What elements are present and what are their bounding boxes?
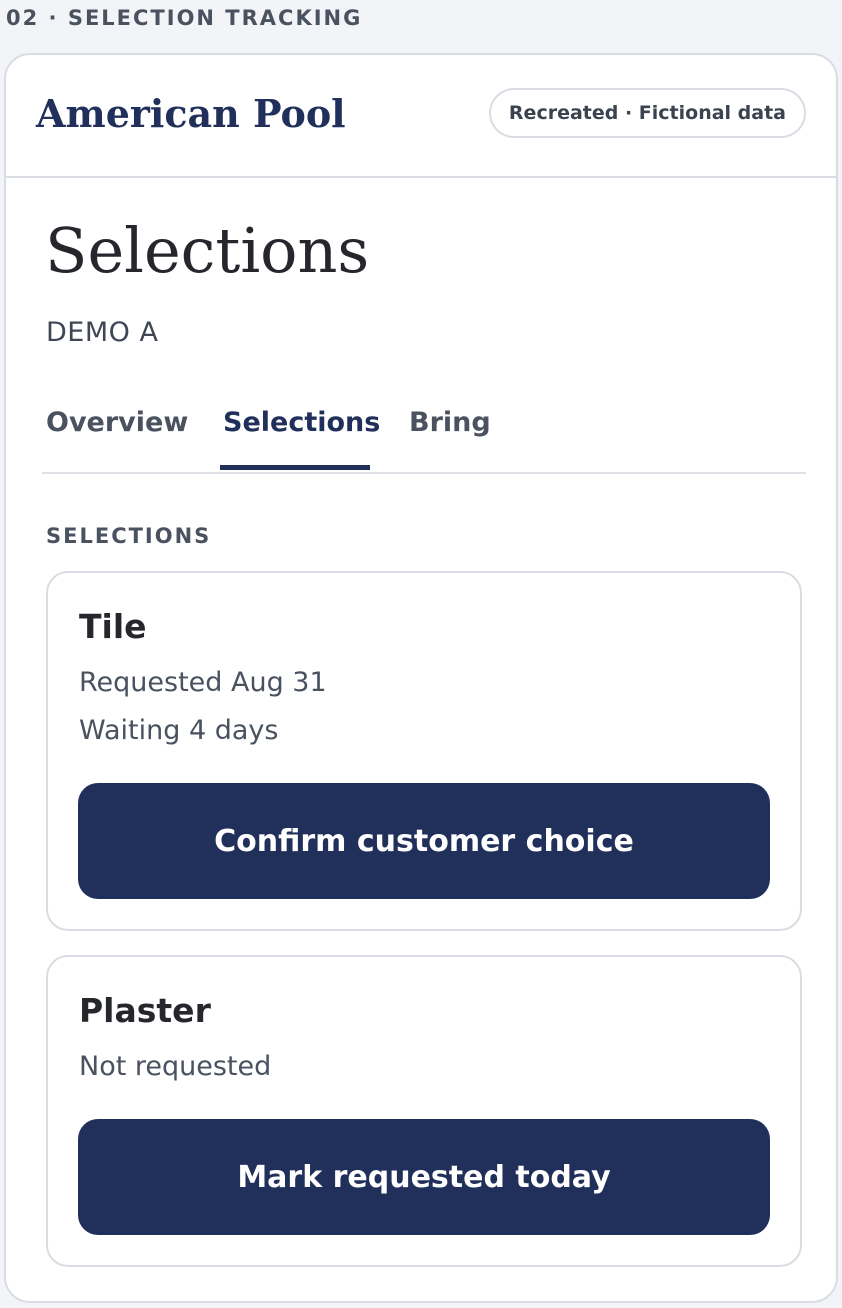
tab-selections[interactable]: Selections bbox=[223, 407, 380, 438]
selection-card-tile: Tile Requested Aug 31 Waiting 4 days Con… bbox=[46, 571, 802, 931]
tab-bring[interactable]: Bring bbox=[409, 407, 491, 438]
requested-date: Requested Aug 31 bbox=[79, 667, 327, 698]
request-status: Not requested bbox=[79, 1051, 272, 1082]
tab-bar: Overview Selections Bring bbox=[42, 385, 806, 474]
app-frame: American Pool Recreated · Fictional data… bbox=[4, 53, 838, 1303]
tab-overview[interactable]: Overview bbox=[46, 407, 188, 438]
card-title: Plaster bbox=[79, 991, 211, 1030]
card-title: Tile bbox=[79, 607, 147, 646]
confirm-customer-choice-button[interactable]: Confirm customer choice bbox=[78, 783, 770, 899]
waiting-duration: Waiting 4 days bbox=[79, 715, 279, 746]
project-name: DEMO A bbox=[46, 317, 159, 348]
page-title: Selections bbox=[45, 214, 370, 287]
selection-card-plaster: Plaster Not requested Mark requested tod… bbox=[46, 955, 802, 1267]
top-bar: American Pool Recreated · Fictional data bbox=[6, 55, 836, 178]
mark-requested-today-button[interactable]: Mark requested today bbox=[78, 1119, 770, 1235]
brand-logo: American Pool bbox=[36, 91, 346, 136]
section-label: 02 · SELECTION TRACKING bbox=[6, 6, 363, 30]
active-tab-indicator bbox=[220, 465, 370, 470]
selections-heading: SELECTIONS bbox=[46, 524, 212, 548]
demo-badge: Recreated · Fictional data bbox=[488, 88, 806, 138]
